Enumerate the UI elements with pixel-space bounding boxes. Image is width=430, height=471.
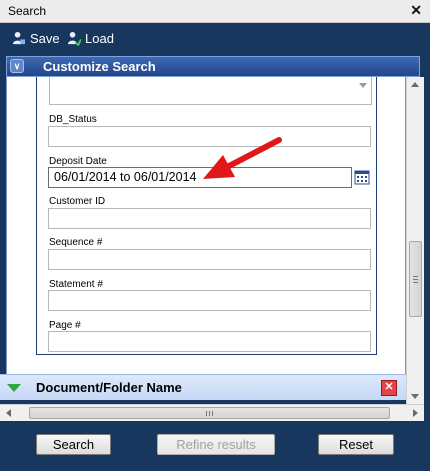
deposit-date-label: Deposit Date — [49, 156, 107, 167]
sequence-label: Sequence # — [49, 237, 103, 248]
customer-id-label: Customer ID — [49, 196, 106, 207]
document-folder-label: Document/Folder Name — [36, 380, 182, 395]
load-button[interactable]: Load — [66, 31, 114, 46]
dropdown-arrow-icon[interactable] — [359, 83, 367, 88]
customer-id-field[interactable] — [48, 208, 371, 229]
load-user-icon — [67, 31, 81, 46]
scroll-up-arrow-icon[interactable] — [411, 82, 419, 87]
page-field[interactable] — [48, 331, 371, 352]
statement-field[interactable] — [48, 290, 371, 311]
horizontal-scrollbar[interactable] — [0, 404, 424, 421]
save-user-icon — [12, 31, 26, 45]
calendar-icon[interactable] — [354, 169, 370, 185]
page-label: Page # — [49, 320, 81, 331]
status-dropdown[interactable] — [49, 77, 372, 105]
scroll-right-arrow-icon[interactable] — [413, 409, 418, 417]
search-fields-panel: DB_Status Deposit Date 06/01/2014 to 06/… — [6, 77, 406, 374]
save-button[interactable]: Save — [11, 31, 60, 46]
toolbar: Save Load — [0, 23, 430, 55]
window-title: Search — [8, 4, 47, 18]
customize-search-label: Customize Search — [43, 59, 156, 74]
annotation-arrow-icon — [203, 137, 282, 179]
close-icon[interactable]: ✕ — [410, 2, 422, 19]
footer-bar: Search Refine results Reset — [0, 421, 430, 471]
window-titlebar: Search ✕ — [0, 0, 430, 23]
reset-button[interactable]: Reset — [318, 434, 394, 455]
sequence-field[interactable] — [48, 249, 371, 270]
search-button[interactable]: Search — [36, 434, 111, 455]
remove-section-icon[interactable]: ✕ — [381, 380, 397, 396]
statement-label: Statement # — [49, 279, 103, 290]
save-label: Save — [30, 31, 60, 46]
load-label: Load — [85, 31, 114, 46]
horizontal-scroll-thumb[interactable] — [29, 407, 390, 419]
vertical-scrollbar[interactable] — [406, 77, 424, 404]
db-status-label: DB_Status — [49, 114, 97, 125]
customize-search-header[interactable]: ∨ Customize Search — [6, 56, 420, 77]
expand-triangle-icon[interactable] — [7, 384, 21, 392]
scroll-down-arrow-icon[interactable] — [411, 394, 419, 399]
vertical-scroll-thumb[interactable] — [409, 241, 422, 317]
document-folder-section-header[interactable]: Document/Folder Name ✕ — [0, 374, 406, 400]
chevron-double-down-icon[interactable]: ∨ — [10, 59, 24, 73]
scroll-left-arrow-icon[interactable] — [6, 409, 11, 417]
refine-results-button: Refine results — [157, 434, 275, 455]
